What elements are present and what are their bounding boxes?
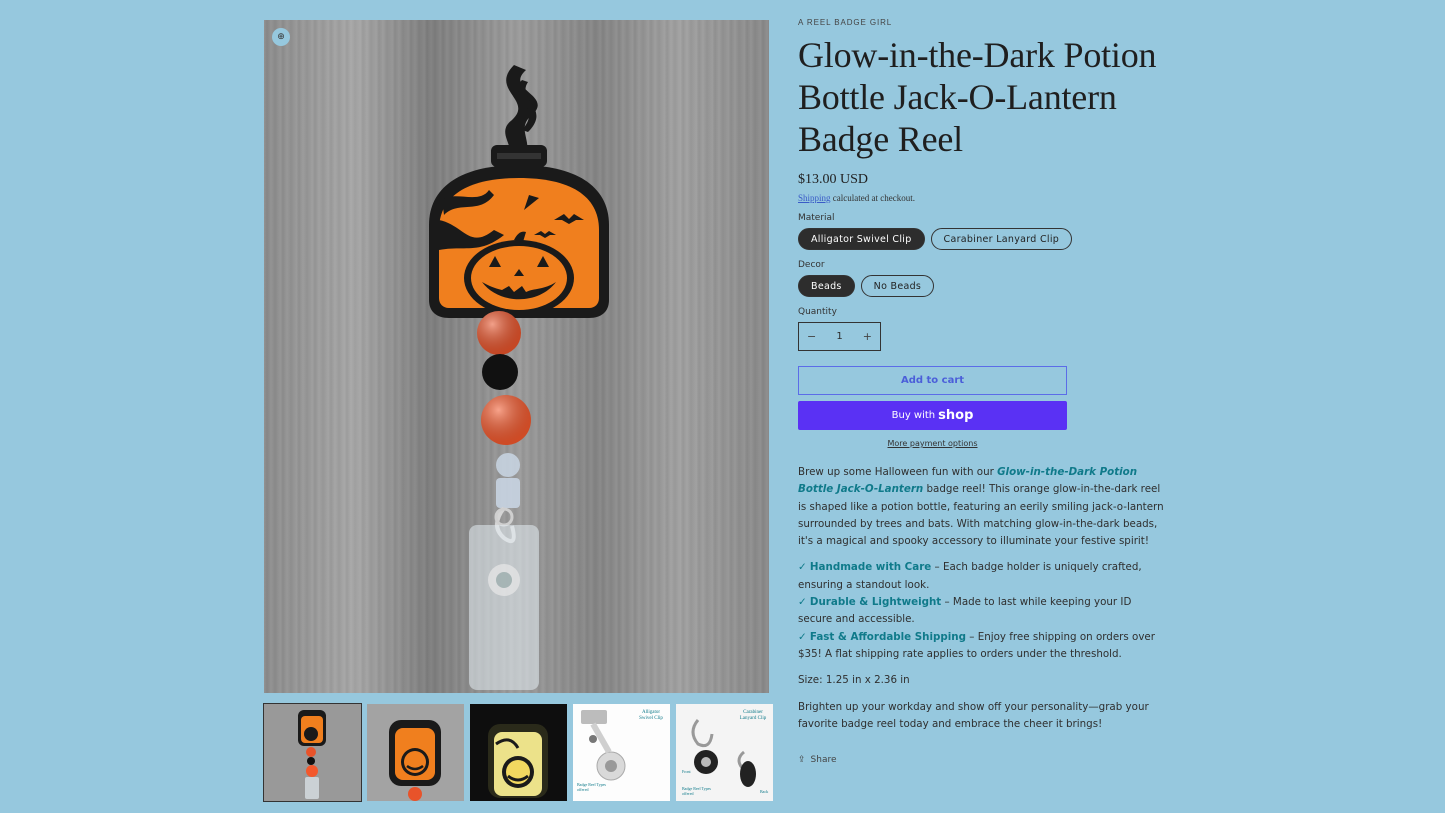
check-icon: ✓ xyxy=(798,630,807,643)
quantity-stepper: − 1 + xyxy=(798,322,881,351)
material-option-alligator[interactable]: Alligator Swivel Clip xyxy=(798,228,925,250)
feature-item: ✓ Handmade with Care – Each badge holder… xyxy=(798,559,1166,594)
share-icon: ⇪ xyxy=(798,755,806,766)
share-button[interactable]: ⇪ Share xyxy=(798,755,1168,765)
product-size: Size: 1.25 in x 2.36 in xyxy=(798,674,910,687)
decor-options: Beads No Beads xyxy=(798,275,1168,297)
zoom-icon[interactable]: ⊕ xyxy=(272,28,290,46)
quantity-label: Quantity xyxy=(798,307,837,317)
material-options: Alligator Swivel Clip Carabiner Lanyard … xyxy=(798,228,1168,250)
decor-option-beads[interactable]: Beads xyxy=(798,275,855,297)
thumb-closeup[interactable] xyxy=(367,704,464,801)
shop-logo: shop xyxy=(938,408,974,423)
description-outro: Brighten up your workday and show off yo… xyxy=(798,700,1149,730)
thumb-caption-carabiner: Carabiner Lanyard Clip xyxy=(739,710,767,721)
thumb-carabiner-clip[interactable]: Carabiner Lanyard Clip Front Back Badge … xyxy=(676,704,773,801)
feature-item: ✓ Fast & Affordable Shipping – Enjoy fre… xyxy=(798,629,1166,664)
feature-title: Fast & Affordable Shipping xyxy=(809,630,966,643)
product-photo xyxy=(429,65,609,690)
buy-with-shop-button[interactable]: Buy with shop xyxy=(798,401,1067,430)
thumb-alligator-clip[interactable]: Alligator Swivel Clip Badge Reel Types o… xyxy=(573,704,670,801)
thumb-sub-alligator: Badge Reel Types offered xyxy=(577,782,606,792)
thumb-glow[interactable] xyxy=(470,704,567,801)
thumbnail-strip: Alligator Swivel Clip Badge Reel Types o… xyxy=(263,703,773,802)
material-option-carabiner[interactable]: Carabiner Lanyard Clip xyxy=(930,228,1073,250)
intro-text-1: Brew up some Halloween fun with our xyxy=(798,466,998,478)
check-icon: ✓ xyxy=(798,561,807,574)
shipping-link[interactable]: Shipping xyxy=(798,193,831,203)
quantity-input[interactable]: 1 xyxy=(836,331,842,342)
product-title: Glow-in-the-Dark Potion Bottle Jack-O-La… xyxy=(798,35,1157,159)
decor-option-no-beads[interactable]: No Beads xyxy=(860,275,935,297)
feature-title: Durable & Lightweight xyxy=(809,596,942,609)
feature-title: Handmade with Care xyxy=(809,561,932,574)
product-price: $13.00 USD xyxy=(798,172,869,187)
thumb-full-reel[interactable] xyxy=(263,703,362,802)
quantity-minus-button[interactable]: − xyxy=(807,330,816,343)
buy-with-label: Buy with xyxy=(891,410,936,421)
thumb-front-label: Front xyxy=(682,769,691,774)
check-icon: ✓ xyxy=(798,596,807,609)
feature-item: ✓ Durable & Lightweight – Made to last w… xyxy=(798,594,1166,629)
material-label: Material xyxy=(798,213,835,223)
product-description: Brew up some Halloween fun with our Glow… xyxy=(798,464,1166,733)
vendor-name: A REEL BADGE GIRL xyxy=(798,18,893,27)
product-info: A REEL BADGE GIRL Glow-in-the-Dark Potio… xyxy=(798,18,1168,765)
thumb-caption-alligator: Alligator Swivel Clip xyxy=(639,710,663,721)
shipping-note-text: calculated at checkout. xyxy=(830,193,915,203)
add-to-cart-button[interactable]: Add to cart xyxy=(798,366,1067,395)
thumb-back-label: Back xyxy=(760,789,769,794)
main-product-image[interactable] xyxy=(264,20,769,693)
thumb-sub-carabiner: Badge Reel Types offered xyxy=(682,786,711,796)
shipping-note: Shipping calculated at checkout. xyxy=(798,193,1168,203)
decor-label: Decor xyxy=(798,260,825,270)
more-payment-options-link[interactable]: More payment options xyxy=(798,439,1067,448)
quantity-plus-button[interactable]: + xyxy=(863,330,872,343)
share-label: Share xyxy=(810,755,837,766)
description-intro: Brew up some Halloween fun with our Glow… xyxy=(798,464,1166,550)
